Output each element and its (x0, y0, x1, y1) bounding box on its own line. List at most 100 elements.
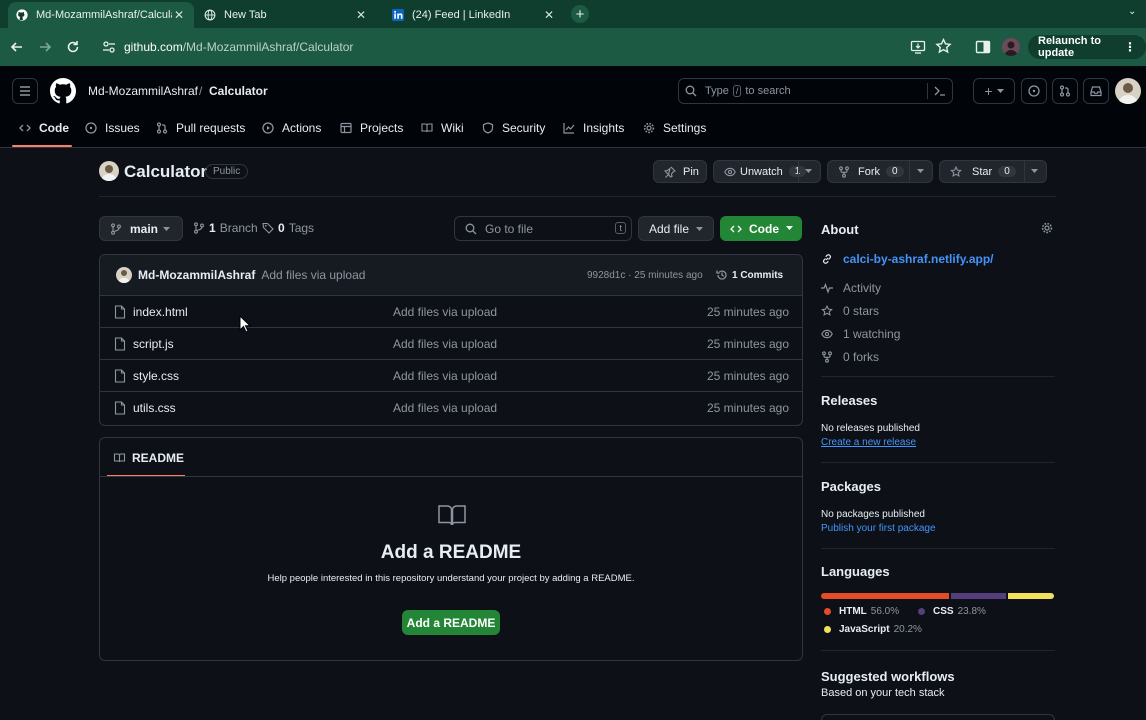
caret-down-icon[interactable] (917, 169, 924, 174)
activity-link[interactable]: Activity (821, 281, 881, 295)
tags-link[interactable]: 0 Tags (262, 221, 314, 235)
file-commit-message[interactable]: Add files via upload (393, 369, 497, 383)
pull-requests-button[interactable] (1052, 78, 1078, 104)
repo-name-link[interactable]: Calculator (209, 84, 268, 98)
language-item-css[interactable]: CSS 23.8% (918, 606, 986, 617)
divider (99, 196, 1056, 197)
create-release-link[interactable]: Create a new release (821, 437, 916, 448)
caret-down-icon[interactable] (1031, 169, 1038, 174)
unwatch-button[interactable]: Unwatch 1 (713, 160, 821, 183)
tab-close-icon[interactable]: ✕ (542, 8, 556, 22)
address-bar[interactable]: github.com/Md-MozammilAshraf/Calculator (92, 33, 962, 61)
releases-heading[interactable]: Releases (821, 393, 877, 408)
workflow-card[interactable] (821, 714, 1055, 720)
inbox-button[interactable] (1083, 78, 1109, 104)
language-item-javascript[interactable]: JavaScript 20.2% (824, 624, 922, 635)
commit-hash-time[interactable]: 9928d1c · 25 minutes ago (587, 270, 703, 281)
tab-issues-label: Issues (105, 121, 140, 135)
tab-code[interactable]: Code (19, 120, 69, 136)
create-new-button[interactable]: + (973, 78, 1015, 104)
relaunch-to-update-button[interactable]: Relaunch to update ⋮ (1028, 35, 1146, 59)
star-button[interactable]: Star 0 (939, 160, 1047, 183)
github-logo-icon[interactable] (50, 78, 76, 104)
file-name[interactable]: script.js (133, 337, 174, 351)
user-avatar[interactable] (1115, 78, 1141, 104)
file-row[interactable]: style.css Add files via upload 25 minute… (100, 359, 802, 391)
branches-link[interactable]: 1 Branch (193, 221, 258, 235)
bookmark-star-icon[interactable] (935, 38, 952, 55)
browser-tab-new-tab[interactable]: New Tab ✕ (196, 2, 376, 28)
stars-link[interactable]: 0 stars (821, 304, 879, 318)
install-app-icon[interactable] (910, 39, 926, 55)
readme-empty-description: Help people interested in this repositor… (267, 573, 635, 584)
reload-button[interactable] (64, 38, 82, 56)
tab-issues[interactable]: Issues (85, 120, 140, 136)
divider (821, 650, 1055, 651)
forks-link[interactable]: 0 forks (821, 350, 879, 364)
repo-owner-link[interactable]: Md-MozammilAshraf (88, 84, 198, 98)
add-file-button[interactable]: Add file (638, 216, 714, 241)
code-button-label: Code (749, 221, 779, 236)
file-name[interactable]: style.css (133, 369, 179, 383)
fork-button[interactable]: Fork 0 (827, 160, 933, 183)
readme-tab[interactable]: README (113, 451, 184, 465)
tab-insights[interactable]: Insights (563, 120, 624, 136)
repo-title[interactable]: Calculator (124, 162, 207, 182)
tab-projects[interactable]: Projects (340, 120, 403, 136)
commit-author-avatar[interactable] (116, 267, 132, 283)
file-row[interactable]: utils.css Add files via upload 25 minute… (100, 391, 802, 423)
caret-down-icon[interactable] (805, 169, 812, 174)
star-count: 0 (998, 166, 1016, 177)
tab-security-label: Security (502, 121, 546, 135)
github-icon (16, 9, 28, 21)
tab-security[interactable]: Security (482, 120, 545, 136)
commit-message[interactable]: Add files via upload (261, 268, 365, 282)
menu-button[interactable] (12, 78, 38, 104)
file-row[interactable]: index.html Add files via upload 25 minut… (100, 295, 802, 327)
browser-tab-linkedin[interactable]: (24) Feed | LinkedIn ✕ (384, 2, 564, 28)
file-commit-message[interactable]: Add files via upload (393, 337, 497, 351)
tab-actions[interactable]: Actions (262, 120, 321, 136)
tab-title: Md-MozammilAshraf/Calcula (36, 9, 172, 21)
side-panel-icon[interactable] (975, 39, 991, 55)
gear-icon[interactable] (1041, 222, 1053, 234)
pin-button[interactable]: Pin (653, 160, 707, 183)
go-to-file-input[interactable]: Go to file t (454, 216, 632, 241)
command-palette-icon[interactable] (934, 85, 946, 97)
tab-search-chevron-icon[interactable]: ⌄ (1128, 6, 1136, 17)
branch-selector[interactable]: main (99, 216, 183, 241)
eye-icon (821, 329, 833, 339)
watching-link[interactable]: 1 watching (821, 327, 900, 341)
new-tab-button[interactable]: + (571, 5, 589, 23)
profile-avatar[interactable] (1002, 38, 1020, 56)
forward-button[interactable] (36, 38, 54, 56)
tag-label: Tags (288, 221, 315, 235)
file-name[interactable]: index.html (133, 305, 188, 319)
add-readme-button[interactable]: Add a README (402, 610, 500, 635)
file-commit-message[interactable]: Add files via upload (393, 305, 497, 319)
language-item-html[interactable]: HTML 56.0% (824, 606, 899, 617)
issues-button[interactable] (1021, 78, 1047, 104)
publish-package-link[interactable]: Publish your first package (821, 523, 936, 534)
global-search-input[interactable]: Type / to search (678, 78, 953, 104)
about-heading: About (821, 222, 859, 237)
back-button[interactable] (8, 38, 26, 56)
fork-count: 0 (886, 166, 904, 177)
site-info-icon[interactable] (102, 40, 116, 54)
commit-author[interactable]: Md-MozammilAshraf (138, 268, 255, 282)
file-name[interactable]: utils.css (133, 401, 176, 415)
packages-heading[interactable]: Packages (821, 479, 881, 494)
browser-tab-github[interactable]: Md-MozammilAshraf/Calcula ✕ (8, 2, 194, 28)
website-link[interactable]: calci-by-ashraf.netlify.app/ (821, 252, 994, 266)
tab-settings[interactable]: Settings (643, 120, 706, 136)
tab-pull-requests[interactable]: Pull requests (156, 120, 245, 136)
file-commit-message[interactable]: Add files via upload (393, 401, 497, 415)
repo-owner-avatar[interactable] (99, 161, 119, 181)
tab-close-icon[interactable]: ✕ (354, 8, 368, 22)
file-row[interactable]: script.js Add files via upload 25 minute… (100, 327, 802, 359)
code-dropdown-button[interactable]: Code (720, 216, 802, 241)
tab-close-icon[interactable]: ✕ (172, 8, 186, 22)
commits-history-link[interactable]: 1 Commits (716, 269, 783, 281)
tab-wiki[interactable]: Wiki (421, 120, 464, 136)
packages-empty: No packages published (821, 509, 925, 520)
